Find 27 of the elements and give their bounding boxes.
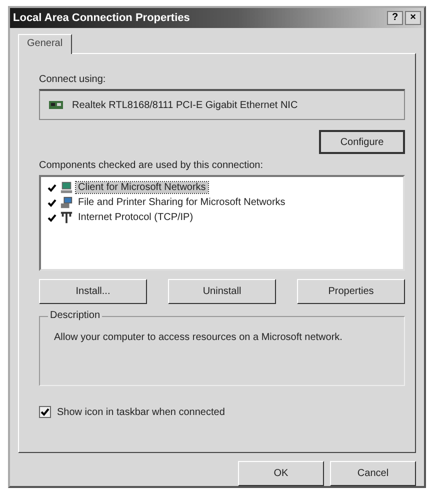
component-item[interactable]: File and Printer Sharing for Microsoft Networks — [76, 197, 288, 208]
connect-using-label: Connect using: — [39, 74, 107, 85]
adapter-name: Realtek RTL8168/8111 PCI-E Gigabit Ethernet NIC — [72, 100, 298, 110]
window-title: Local Area Connection Properties — [13, 12, 190, 24]
taskbar-option-label: Show icon in taskbar when connected — [57, 406, 225, 418]
close-button[interactable]: × — [405, 11, 421, 25]
checkbox[interactable] — [39, 406, 51, 418]
component-item[interactable]: Internet Protocol (TCP/IP) — [76, 212, 196, 223]
description-label: Description — [48, 310, 102, 321]
checkbox[interactable] — [47, 182, 57, 192]
network-card-icon — [48, 99, 64, 111]
help-button[interactable]: ? — [387, 11, 403, 25]
checkbox[interactable] — [47, 212, 57, 222]
tab[interactable]: General — [18, 34, 72, 54]
component-button[interactable]: Uninstall — [168, 279, 276, 304]
network-icon — [60, 211, 73, 224]
checkbox[interactable] — [47, 198, 57, 208]
configure-button[interactable]: Configure — [319, 130, 405, 154]
dialog-button[interactable]: Cancel — [330, 461, 416, 486]
description-text: Allow your computer to access resources on a Microsoft network. — [54, 331, 344, 345]
computer-icon — [60, 196, 73, 209]
component-button[interactable]: Install... — [39, 279, 147, 304]
component-item[interactable]: Client for Microsoft Networks — [76, 182, 208, 193]
components-label: Components checked are used by this connection: — [39, 160, 264, 171]
dialog-button[interactable]: OK — [238, 461, 324, 486]
computer-icon — [60, 181, 73, 194]
component-button[interactable]: Properties — [297, 279, 405, 304]
